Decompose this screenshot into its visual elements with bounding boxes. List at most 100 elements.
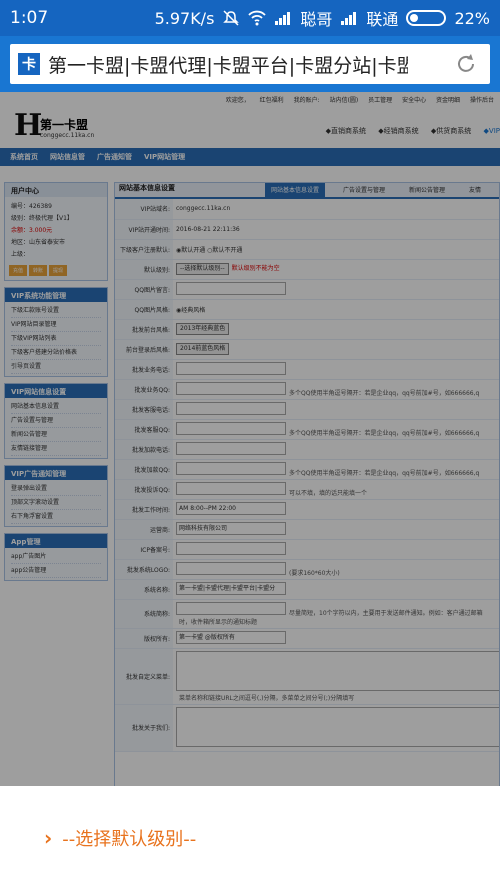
sidebar-item[interactable]: 右下角浮窗设置 xyxy=(11,510,101,524)
sidebar-section-title: VIP网站信息设置 xyxy=(5,384,107,398)
sidebar-item[interactable]: 顶部文字滚动设置 xyxy=(11,496,101,510)
sidebar-item[interactable]: 新闻公告管理 xyxy=(11,428,101,442)
sidebar-item[interactable]: app公告管理 xyxy=(11,564,101,578)
form-value-cell: --选择默认级别-- 默认级别不能为空 xyxy=(173,259,499,280)
vip-link[interactable]: ◆VIP xyxy=(484,127,500,135)
form-value: 2016-08-21 22:11:36 xyxy=(176,225,240,233)
security-link[interactable]: 安全中心 xyxy=(402,97,426,104)
sidebar-section: App管理 app广告图片 app公告管理 xyxy=(4,533,108,581)
supplier-link[interactable]: ◆供货商系统 xyxy=(431,127,471,135)
form-input[interactable] xyxy=(176,421,286,435)
form-input[interactable] xyxy=(176,381,286,395)
form-input[interactable] xyxy=(176,281,286,295)
nav-vip[interactable]: VIP网站管理 xyxy=(144,152,185,162)
user-parent: 上级： xyxy=(11,251,30,258)
form-label: 批发自定义菜单: xyxy=(115,648,173,705)
recharge-button[interactable]: 充值 xyxy=(9,265,28,276)
red-packet-link[interactable]: 红包福利 xyxy=(260,97,284,104)
sidebar-list: 下级汇款账号设置 VIP网站目录管理 下级VIP网站列表 下级客户搭建分站价格表… xyxy=(5,302,107,376)
form-label: 批发工作时间: xyxy=(115,499,173,520)
tab-basic-info[interactable]: 网站基本信息设置 xyxy=(264,183,325,197)
form-input[interactable] xyxy=(176,361,286,375)
content-title: 网站基本信息设置 xyxy=(119,184,175,192)
form-input[interactable] xyxy=(176,541,286,555)
form-input[interactable] xyxy=(176,401,286,415)
user-id: 编号：426389 xyxy=(11,203,52,210)
form-value-cell xyxy=(173,704,499,752)
form-value: conggecc.11ka.cn xyxy=(176,205,231,213)
sidebar-item[interactable]: 下级VIP网站列表 xyxy=(11,332,101,346)
form-label: VIP站开通时间: xyxy=(115,219,173,240)
select-option[interactable]: --选择默认级别-- xyxy=(62,825,196,851)
form-select[interactable]: --选择默认级别-- xyxy=(176,263,229,275)
form-row: 版权所有: 第一卡盟 @版权所有 xyxy=(115,628,499,649)
sidebar-item[interactable]: 登录弹出设置 xyxy=(11,482,101,496)
tab-ads[interactable]: 广告设置与管理 xyxy=(337,183,391,197)
form-hint: 可以不填，填的话只能填一个 xyxy=(289,489,368,497)
form-hint: 多个QQ使用半角逗号隔开：若是企业qq，qq号前加#号，如666666,q xyxy=(289,429,480,437)
funds-link[interactable]: 资金明细 xyxy=(436,97,460,104)
carrier-1: 聪哥 xyxy=(300,10,333,29)
form-value-cell: (要求160*60大小) xyxy=(173,559,499,580)
form-select[interactable]: 2013年经典蓝色 xyxy=(176,323,230,335)
sidebar-item[interactable]: app广告图片 xyxy=(11,550,101,564)
my-account-link[interactable]: 我的账户: xyxy=(294,97,320,104)
form-input[interactable] xyxy=(176,441,286,455)
tab-news[interactable]: 新闻公告管理 xyxy=(403,183,451,197)
form-input[interactable]: AM 8:00--PM 22:00 xyxy=(176,501,286,515)
nav-site-info[interactable]: 网站信息管 xyxy=(50,152,85,162)
inbox-link[interactable]: 站内信(圆) xyxy=(330,97,359,104)
withdraw-button[interactable]: 提现 xyxy=(49,265,68,276)
sidebar-item[interactable]: 引导页设置 xyxy=(11,360,101,374)
sidebar-list: 网站基本信息设置 广告设置与管理 新闻公告管理 友情链接管理 xyxy=(5,398,107,458)
sidebar-item[interactable]: VIP网站目录管理 xyxy=(11,318,101,332)
address-bar[interactable]: 卡 第一卡盟|卡盟代理|卡盟平台|卡盟分站|卡盟 xyxy=(10,44,490,84)
form-row: 批发加款QQ: 多个QQ使用半角逗号隔开：若是企业qq，qq号前加#号，如6666… xyxy=(115,459,499,480)
reload-icon[interactable] xyxy=(454,52,478,76)
tab-links[interactable]: 友情 xyxy=(463,183,487,197)
sidebar-item[interactable]: 友情链接管理 xyxy=(11,442,101,456)
form-input[interactable]: 网络科技有限公司 xyxy=(176,521,286,535)
form-textarea[interactable] xyxy=(176,706,499,747)
form-label: QQ图片留言: xyxy=(115,279,173,300)
system-menu: ◆直销商系统 ◆经销商系统 ◆供货商系统 ◆VIP xyxy=(316,126,500,136)
form-row: 批发业务电话: xyxy=(115,359,499,380)
admin-link[interactable]: 操作后台 xyxy=(470,97,494,104)
form-textarea[interactable] xyxy=(176,650,499,691)
form-label: 前台登录后风格: xyxy=(115,339,173,360)
nav-home[interactable]: 系统首页 xyxy=(10,152,38,162)
form-row: 批发业务QQ: 多个QQ使用半角逗号隔开：若是企业qq，qq号前加#号，如6666… xyxy=(115,379,499,400)
sidebar-item[interactable]: 广告设置与管理 xyxy=(11,414,101,428)
form-input[interactable] xyxy=(176,481,286,495)
sidebar-item[interactable]: 下级客户搭建分站价格表 xyxy=(11,346,101,360)
form-value: ◉经典风格 xyxy=(176,306,206,314)
form-value-cell xyxy=(173,399,499,420)
direct-sales-link[interactable]: ◆直销商系统 xyxy=(326,127,366,135)
dealer-link[interactable]: ◆经销商系统 xyxy=(378,127,418,135)
form-label: 批发加款电话: xyxy=(115,439,173,460)
form-value-cell xyxy=(173,539,499,560)
form-input[interactable]: 第一卡盟 @版权所有 xyxy=(176,630,286,644)
form-input[interactable] xyxy=(176,601,286,615)
form-input[interactable]: 第一卡盟|卡盟代理|卡盟平台|卡盟分 xyxy=(176,581,286,595)
sidebar-item[interactable]: 网站基本信息设置 xyxy=(11,400,101,414)
form-select[interactable]: 2014前蓝色风格 xyxy=(176,343,230,355)
form-input[interactable] xyxy=(176,461,286,475)
web-page: 欢迎您， 红包福利 我的账户: 站内信(圆) 员工管理 安全中心 资金明细 操作… xyxy=(0,92,500,786)
form-input[interactable] xyxy=(176,561,286,575)
page-body: 用户中心 编号：426389 级别：终极代理【V1】 余额：3.000元 地区：… xyxy=(0,182,500,786)
signal-icon xyxy=(275,12,291,25)
form-row: 默认级别: --选择默认级别-- 默认级别不能为空 xyxy=(115,259,499,280)
form-label: 批发前台风格: xyxy=(115,319,173,340)
transfer-button[interactable]: 转账 xyxy=(29,265,48,276)
wifi-icon xyxy=(248,10,267,26)
nav-ads[interactable]: 广告通知管 xyxy=(97,152,132,162)
form-value-cell: 2013年经典蓝色 xyxy=(173,319,499,340)
staff-link[interactable]: 员工管理 xyxy=(368,97,392,104)
form-label: 批发客服QQ: xyxy=(115,419,173,440)
sidebar-item[interactable]: 下级汇款账号设置 xyxy=(11,304,101,318)
sidebar-section: VIP广告通知管理 登录弹出设置 顶部文字滚动设置 右下角浮窗设置 xyxy=(4,465,108,527)
form-row: 批发自定义菜单: 菜单名称和链接URL之间逗号(,)分隔，多菜单之间分号(;)分隔… xyxy=(115,648,499,705)
address-bar-text[interactable]: 第一卡盟|卡盟代理|卡盟平台|卡盟分站|卡盟 xyxy=(48,51,408,78)
select-popup[interactable]: › --选择默认级别-- xyxy=(0,786,500,889)
